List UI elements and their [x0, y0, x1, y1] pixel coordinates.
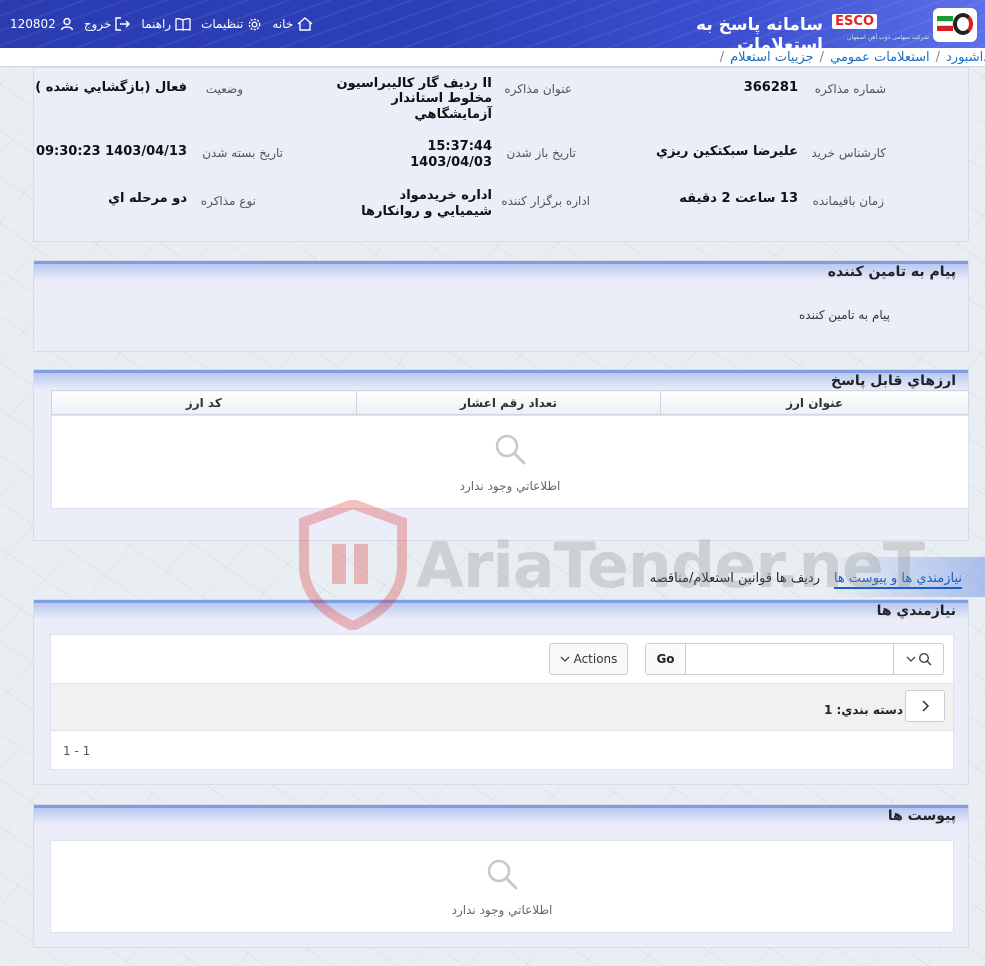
remaining-value: 13 ساعت 2 دقيقه — [679, 191, 798, 206]
brand-name: ESCO — [832, 14, 877, 29]
brand-area: ESCO شرکت سهامی ذوب آهن اصفهان سامانه پا… — [630, 0, 985, 55]
empty-message: اطلاعاتي وجود ندارد — [451, 903, 553, 917]
chevron-right-icon — [922, 700, 930, 712]
panel-title: پيام به تامين کننده — [827, 264, 956, 280]
organizer-value-line1: اداره خريدمواد — [399, 188, 492, 203]
subject-value-line2: مخلوط استاندار — [391, 91, 492, 106]
inquiry-info-panel: شماره مذاکره 366281 عنوان مذاکره II ردیف… — [33, 67, 969, 242]
tab-requirements-attachments[interactable]: نيازمندي ها و پيوست ها — [833, 571, 962, 589]
status-value: فعال (بازگشايي نشده ) — [35, 80, 187, 95]
type-value: دو مرحله اي — [108, 191, 187, 206]
organizer-value-line2: شيميايي و روانکارها — [361, 204, 492, 219]
column-header-currency-code[interactable]: کد ارز — [51, 390, 357, 415]
type-label: نوع مذاکره — [200, 194, 256, 208]
breadcrumb-separator: / — [819, 49, 825, 65]
top-nav: 120802 خروج راهنما تنظیمات خانه — [0, 0, 313, 48]
breadcrumb-public-inquiries[interactable]: استعلامات عمومي — [830, 50, 930, 65]
breadcrumb-separator: / — [719, 49, 725, 65]
breadcrumb-inquiry-details[interactable]: جزييات استعلام — [730, 50, 814, 65]
organizer-label: اداره برگزار کننده — [501, 194, 590, 208]
panel-title: نيازمندي ها — [876, 603, 956, 619]
breadcrumb-dashboard[interactable]: داشبورد — [946, 50, 985, 65]
panel-title: پيوست ها — [887, 808, 956, 824]
breadcrumb-separator: / — [935, 49, 940, 65]
logout-label: خروج — [83, 17, 112, 31]
chevron-down-icon — [906, 656, 915, 662]
subject-label: عنوان مذاکره — [504, 82, 572, 96]
user-account[interactable]: 120802 — [10, 17, 74, 31]
open-date-value: 1403/04/03 — [410, 155, 492, 170]
open-date-label: تاريخ باز شدن — [506, 146, 576, 160]
close-date-value: 1403/04/13 09:30:23 — [35, 144, 187, 159]
table-header-row: کد ارز تعداد رقم اعشار عنوان ارز — [51, 390, 969, 415]
gear-icon — [249, 18, 261, 30]
pagination-info: 1 - 1 — [63, 744, 91, 758]
buyer-label: کارشناس خريد — [811, 146, 886, 160]
go-button[interactable]: Go — [646, 644, 686, 674]
panel-title: ارزهاي قابل پاسخ — [830, 373, 956, 389]
group-label: دسته بندي: 1 — [824, 703, 903, 717]
column-header-decimal-places[interactable]: تعداد رقم اعشار — [355, 390, 662, 415]
logout-link[interactable]: خروج — [84, 17, 132, 31]
supplier-message-panel: پيام به تامين کننده پيام به تامين کننده — [33, 260, 969, 352]
open-time-value: 15:37:44 — [427, 139, 492, 154]
number-label: شماره مذاکره — [814, 82, 886, 96]
supplier-message-text: پيام به تامين کننده — [799, 308, 890, 322]
group-next-button[interactable] — [905, 690, 945, 722]
remaining-label: زمان باقيمانده — [812, 194, 884, 208]
logout-icon — [115, 17, 131, 31]
requirements-panel: نيازمندي ها Go Actions دسته بندي: 1 1 - … — [33, 599, 969, 785]
user-icon — [60, 17, 74, 31]
group-by-bar — [51, 683, 953, 731]
search-column-selector[interactable] — [893, 644, 943, 674]
attachments-panel: پيوست ها اطلاعاتي وجود ندارد — [33, 804, 969, 948]
help-label: راهنما — [141, 17, 172, 31]
detail-tabs: نيازمندي ها و پيوست ها رديف ها قوانين اس… — [600, 557, 985, 597]
attachments-empty-state: اطلاعاتي وجود ندارد — [50, 840, 954, 933]
settings-label: تنظیمات — [201, 17, 244, 31]
currencies-empty-state: اطلاعاتي وجود ندارد — [51, 415, 969, 509]
search-icon — [487, 859, 518, 890]
column-header-currency-title[interactable]: عنوان ارز — [660, 390, 969, 415]
currencies-panel: ارزهاي قابل پاسخ کد ارز تعداد رقم اعشار … — [33, 369, 969, 541]
search-icon — [495, 434, 526, 465]
actions-button[interactable]: Actions — [549, 643, 628, 675]
tab-rows[interactable]: رديف ها — [776, 571, 820, 586]
book-icon — [175, 18, 191, 31]
settings-link[interactable]: تنظیمات — [201, 17, 262, 32]
home-label: خانه — [272, 17, 294, 31]
panel-header — [34, 370, 968, 390]
panel-header — [34, 805, 968, 825]
status-label: وضعیت — [205, 82, 243, 96]
subject-value-line1: II ردیف گار کالیبراسیون — [336, 76, 492, 91]
help-link[interactable]: راهنما — [141, 17, 191, 31]
close-date-label: تاريخ بسته شدن — [202, 146, 283, 160]
number-value: 366281 — [743, 80, 798, 95]
top-bar: ESCO شرکت سهامی ذوب آهن اصفهان سامانه پا… — [0, 0, 985, 55]
search-input[interactable] — [687, 644, 893, 674]
breadcrumb: داشبورد / استعلامات عمومي / جزييات استعل… — [0, 48, 985, 67]
search-bar: Go — [645, 643, 944, 675]
empty-message: اطلاعاتي وجود ندارد — [459, 479, 561, 493]
tab-inquiry-rules[interactable]: قوانين استعلام/مناقصه — [650, 571, 772, 586]
home-link[interactable]: خانه — [272, 17, 313, 31]
chevron-down-icon — [560, 656, 570, 662]
subject-value-line3: آزمايشگاهي — [414, 107, 492, 122]
search-icon — [918, 652, 932, 666]
company-logo-icon — [933, 8, 977, 42]
currencies-table: کد ارز تعداد رقم اعشار عنوان ارز — [51, 390, 969, 415]
brand-subtitle: شرکت سهامی ذوب آهن اصفهان — [847, 34, 929, 41]
requirements-grid: Go Actions دسته بندي: 1 1 - 1 — [50, 634, 954, 770]
actions-label: Actions — [573, 652, 618, 666]
panel-header — [34, 600, 968, 620]
buyer-value: عليرضا سبکتکين ريزي — [656, 144, 798, 159]
user-id: 120802 — [10, 17, 56, 31]
home-icon — [297, 17, 313, 31]
